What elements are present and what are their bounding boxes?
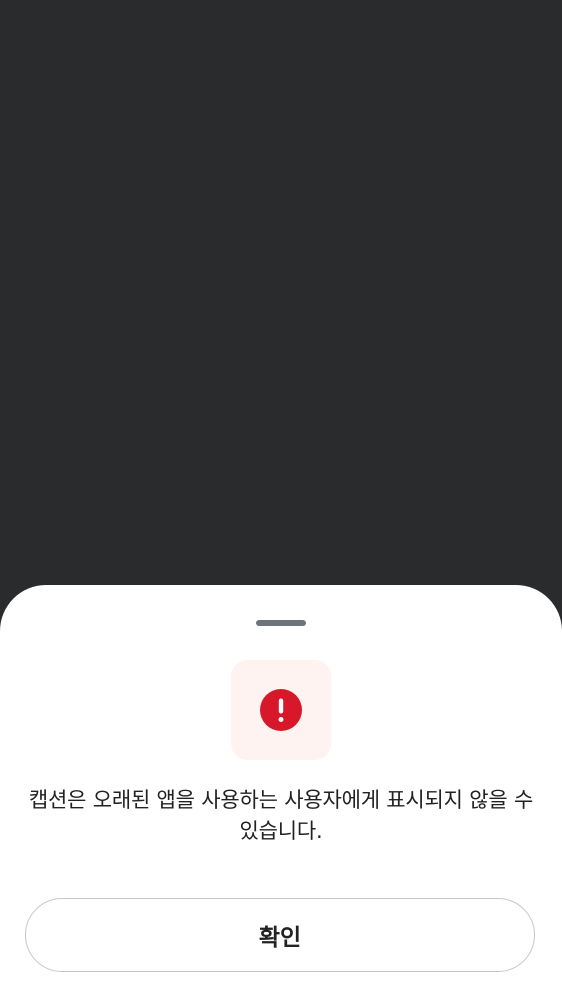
bottom-sheet: 캡션은 오래된 앱을 사용하는 사용자에게 표시되지 않을 수 있습니다. 확인 — [0, 585, 562, 1000]
drag-handle[interactable] — [256, 620, 306, 626]
caption-warning-message: 캡션은 오래된 앱을 사용하는 사용자에게 표시되지 않을 수 있습니다. — [28, 788, 534, 843]
alert-circle-icon — [260, 689, 302, 731]
alert-icon-tile — [231, 660, 331, 760]
confirm-button[interactable]: 확인 — [25, 898, 535, 972]
